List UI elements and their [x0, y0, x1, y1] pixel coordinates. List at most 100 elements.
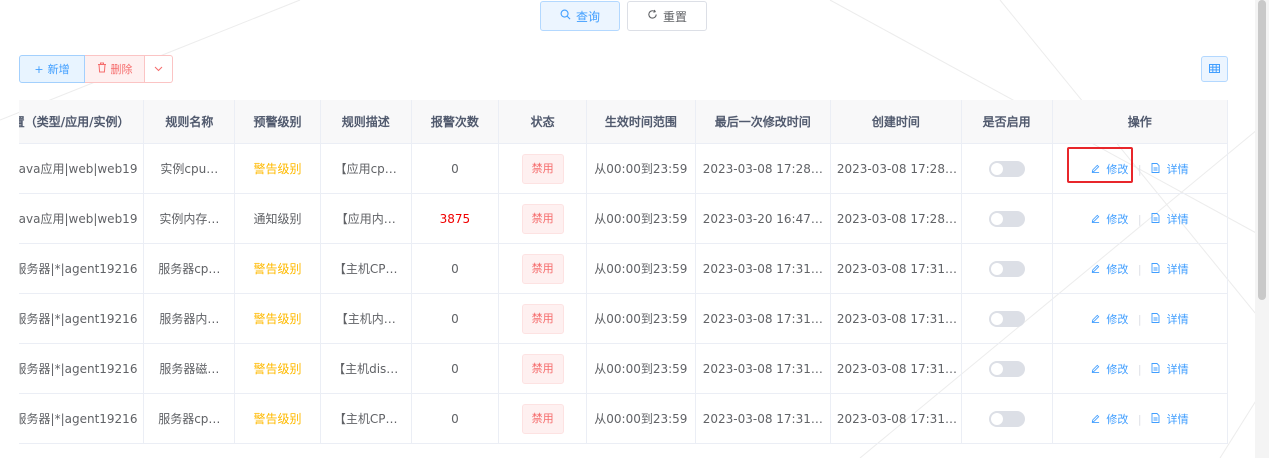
description-text: 【主机CP… — [333, 412, 398, 426]
col-header-last-modified: 最后一次修改时间 — [695, 100, 831, 144]
enable-toggle[interactable] — [988, 260, 1025, 277]
table-row: 服务器|*|agent19216… 服务器内… 警告级别 【主机内… 0 禁用 … — [19, 293, 1229, 344]
rule-name-text: 服务器内… — [159, 312, 220, 326]
cell-rule-name: 实例cpu… — [143, 143, 236, 194]
created-text: 2023-03-08 17:28… — [836, 211, 957, 226]
cell-enabled — [961, 343, 1053, 394]
delete-button[interactable]: 删除 — [85, 55, 145, 83]
cell-actions: 修改 | 详情 — [1052, 293, 1229, 344]
table-row: 服务器|*|agent19216… 服务器cp… 警告级别 【主机CP… 0 禁… — [19, 393, 1229, 444]
table-row: 服务器|*|agent19216… 服务器磁… 警告级别 【主机dis… 0 禁… — [19, 343, 1229, 394]
enable-toggle[interactable] — [988, 410, 1025, 427]
detail-link[interactable]: 详情 — [1151, 313, 1189, 326]
detail-label: 详情 — [1166, 262, 1189, 276]
scrollbar-thumb[interactable] — [1258, 0, 1266, 300]
enable-toggle[interactable] — [988, 160, 1025, 177]
edit-label: 修改 — [1106, 262, 1129, 276]
enable-toggle[interactable] — [988, 310, 1025, 327]
cell-effective-range: 从00:00到23:59 — [586, 343, 696, 394]
enable-toggle[interactable] — [988, 360, 1025, 377]
document-icon — [1151, 212, 1164, 226]
cell-created: 2023-03-08 17:28… — [830, 143, 962, 194]
query-button[interactable]: 查询 — [540, 1, 620, 31]
action-divider: | — [1137, 262, 1142, 276]
created-text: 2023-03-08 17:28… — [836, 161, 957, 176]
cell-alert-count: 3875 — [411, 193, 500, 244]
cell-description: 【主机CP… — [320, 243, 412, 294]
edit-label: 修改 — [1106, 212, 1129, 226]
detail-link[interactable]: 详情 — [1151, 213, 1189, 226]
document-icon — [1151, 262, 1164, 276]
last-modified-text: 2023-03-08 17:31… — [702, 361, 823, 376]
description-text: 【应用内… — [335, 212, 396, 226]
status-badge: 禁用 — [521, 353, 564, 384]
col-header-created: 创建时间 — [830, 100, 962, 144]
cell-actions: 修改 | 详情 — [1052, 193, 1229, 244]
cell-last-modified: 2023-03-08 17:31… — [695, 293, 831, 344]
cell-last-modified: 2023-03-08 17:31… — [695, 243, 831, 294]
document-icon — [1151, 362, 1164, 376]
cell-effective-range: 从00:00到23:59 — [586, 193, 696, 244]
more-dropdown-button[interactable] — [145, 55, 173, 83]
cell-last-modified: 2023-03-08 17:28… — [695, 143, 831, 194]
status-badge: 禁用 — [521, 303, 564, 334]
cell-created: 2023-03-08 17:31… — [830, 393, 962, 444]
created-text: 2023-03-08 17:31… — [836, 361, 957, 376]
cell-enabled — [961, 243, 1053, 294]
pencil-icon — [1091, 163, 1104, 176]
cell-description: 【主机内… — [320, 293, 412, 344]
page-scrollbar[interactable] — [1255, 0, 1269, 458]
cell-alert-count: 0 — [411, 143, 500, 194]
rule-name-text: 实例cpu… — [160, 162, 219, 176]
cell-effective-range: 从00:00到23:59 — [586, 293, 696, 344]
cell-enabled — [961, 193, 1053, 244]
query-label: 查询 — [575, 9, 600, 24]
detail-link[interactable]: 详情 — [1151, 263, 1189, 276]
cell-level: 警告级别 — [234, 393, 321, 444]
detail-link[interactable]: 详情 — [1151, 163, 1189, 176]
pencil-icon — [1091, 363, 1104, 376]
edit-link[interactable]: 修改 — [1091, 363, 1132, 376]
enable-toggle[interactable] — [988, 210, 1025, 227]
cell-enabled — [961, 293, 1053, 344]
col-header-level: 预警级别 — [234, 100, 321, 144]
action-divider: | — [1137, 362, 1142, 376]
edit-label: 修改 — [1106, 162, 1129, 176]
cell-scope: java应用|web|web19… — [19, 143, 145, 194]
document-icon — [1151, 312, 1164, 326]
scope-text: java应用|web|web19… — [19, 212, 138, 226]
description-text: 【应用cp… — [334, 162, 397, 176]
document-icon — [1151, 162, 1164, 176]
cell-status: 禁用 — [498, 193, 587, 244]
cell-rule-name: 服务器内… — [143, 293, 236, 344]
detail-link[interactable]: 详情 — [1151, 363, 1189, 376]
column-settings-button[interactable] — [1201, 56, 1228, 82]
cell-level: 通知级别 — [234, 193, 321, 244]
detail-label: 详情 — [1166, 312, 1189, 326]
edit-link[interactable]: 修改 — [1091, 163, 1132, 176]
cell-effective-range: 从00:00到23:59 — [586, 243, 696, 294]
scope-text: 服务器|*|agent19216… — [19, 312, 138, 326]
edit-link[interactable]: 修改 — [1091, 263, 1132, 276]
col-header-enabled: 是否启用 — [961, 100, 1053, 144]
col-header-rule-name: 规则名称 — [143, 100, 236, 144]
cell-actions: 修改 | 详情 — [1052, 343, 1229, 394]
cell-level: 警告级别 — [234, 293, 321, 344]
edit-link[interactable]: 修改 — [1091, 213, 1132, 226]
rule-name-text: 服务器cp… — [158, 412, 221, 426]
edit-link[interactable]: 修改 — [1091, 313, 1132, 326]
status-badge: 禁用 — [521, 403, 564, 434]
reset-button[interactable]: 重置 — [627, 1, 707, 31]
detail-link[interactable]: 详情 — [1151, 413, 1189, 426]
pencil-icon — [1091, 213, 1104, 226]
edit-link[interactable]: 修改 — [1091, 413, 1132, 426]
action-divider: | — [1137, 162, 1142, 176]
add-button[interactable]: + 新增 — [19, 55, 85, 83]
col-header-alert-count: 报警次数 — [411, 100, 500, 144]
table-grid-icon — [1209, 62, 1220, 76]
description-text: 【主机内… — [335, 312, 396, 326]
cell-description: 【应用内… — [320, 193, 412, 244]
cell-level: 警告级别 — [234, 143, 321, 194]
cell-created: 2023-03-08 17:28… — [830, 193, 962, 244]
cell-scope: 服务器|*|agent19216… — [19, 393, 145, 444]
